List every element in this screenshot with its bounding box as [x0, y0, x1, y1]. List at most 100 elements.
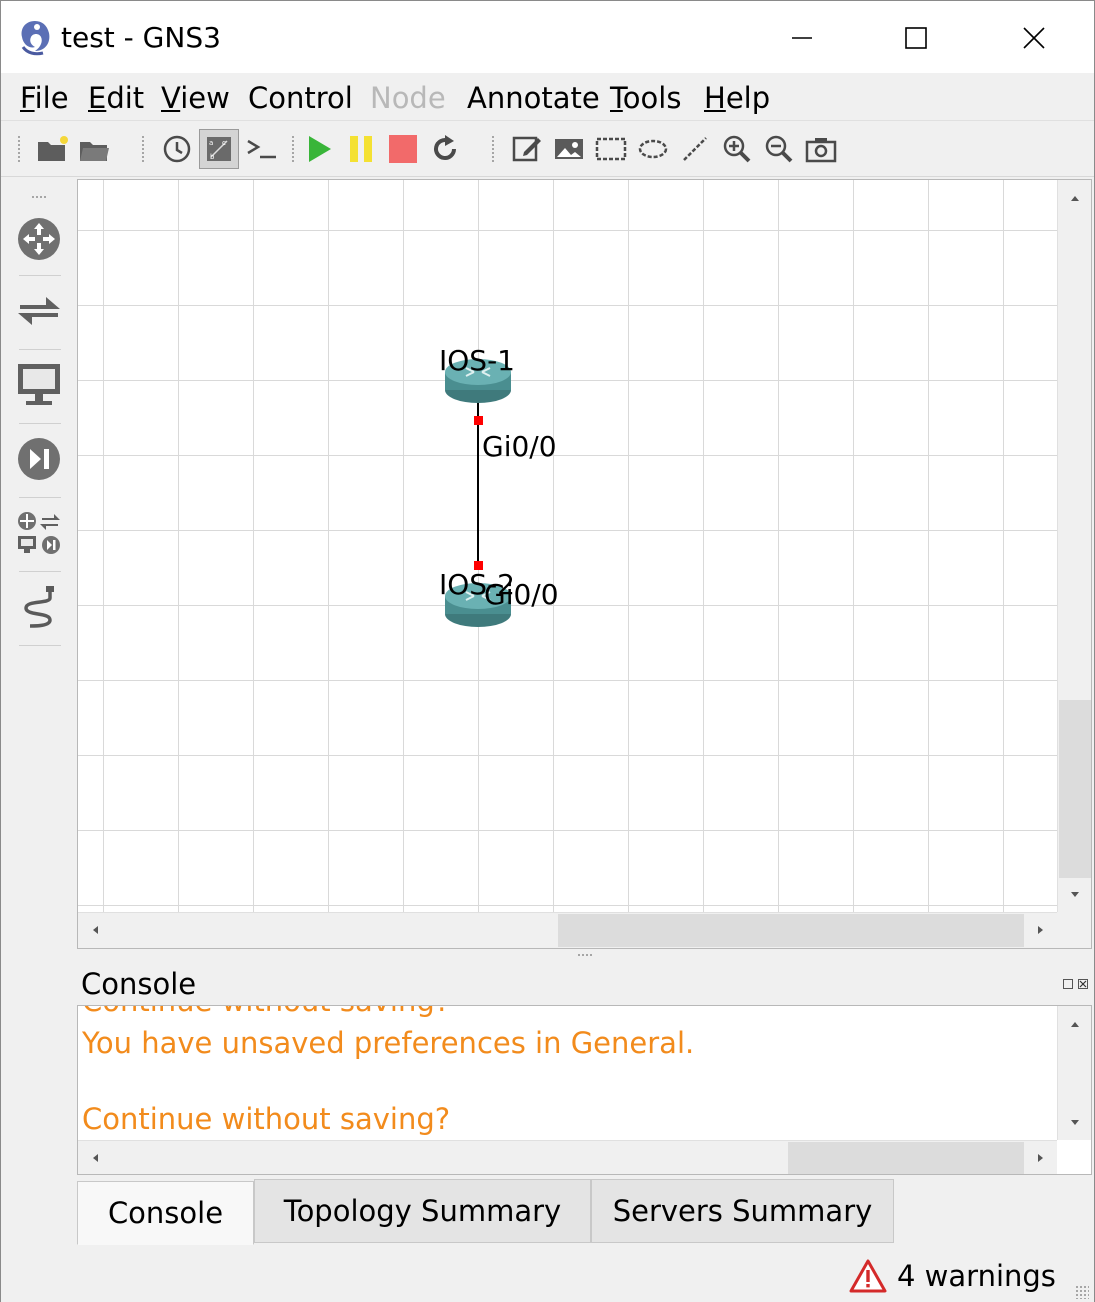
draw-line-button[interactable] — [675, 129, 715, 169]
menu-annotate[interactable]: Annotate — [467, 81, 600, 115]
close-button[interactable] — [1009, 13, 1059, 63]
scroll-up-arrow-icon[interactable] — [1058, 180, 1092, 214]
reload-all-button[interactable] — [425, 129, 465, 169]
dock-separator — [19, 645, 61, 646]
node-label-ios-1: IOS-1 — [439, 344, 515, 377]
scroll-up-arrow-icon[interactable] — [1058, 1006, 1092, 1040]
screenshot-button[interactable] — [801, 129, 841, 169]
svg-text:b: b — [210, 153, 215, 161]
toolbar-grip-4[interactable] — [491, 135, 495, 163]
scroll-left-arrow-icon[interactable] — [78, 1141, 112, 1175]
scroll-thumb[interactable] — [788, 1142, 1024, 1174]
scroll-thumb[interactable] — [1059, 700, 1091, 878]
zoom-out-button[interactable] — [759, 129, 799, 169]
browse-end-devices-button[interactable] — [15, 361, 63, 409]
console-horizontal-scrollbar[interactable] — [78, 1140, 1057, 1174]
browse-security-devices-button[interactable] — [15, 435, 63, 483]
warning-icon[interactable] — [849, 1259, 887, 1293]
stop-all-button[interactable] — [383, 129, 423, 169]
toolbar: a cb — [1, 121, 1094, 177]
tab-servers-summary[interactable]: Servers Summary — [591, 1179, 894, 1243]
browse-routers-button[interactable] — [15, 215, 63, 263]
toolbar-grip-3[interactable] — [291, 135, 295, 163]
canvas-horizontal-scrollbar[interactable] — [78, 912, 1057, 948]
link-layer — [474, 402, 483, 570]
open-project-button[interactable] — [75, 129, 115, 169]
add-note-button[interactable] — [507, 129, 547, 169]
scroll-left-arrow-icon[interactable] — [78, 913, 112, 947]
dock-separator — [19, 275, 61, 276]
maximize-button[interactable] — [891, 13, 941, 63]
draw-rectangle-icon — [595, 137, 627, 161]
minimize-button[interactable] — [777, 13, 827, 63]
scroll-down-arrow-icon[interactable] — [1058, 1106, 1092, 1140]
topology-canvas[interactable]: IOS-1 Gi0/0 IOS-2 Gi0/0 — [78, 180, 1057, 912]
topology-view: IOS-1 Gi0/0 IOS-2 Gi0/0 — [77, 179, 1092, 949]
scroll-down-arrow-icon[interactable] — [1058, 878, 1092, 912]
dock-separator — [19, 349, 61, 350]
scroll-right-arrow-icon[interactable] — [1023, 913, 1057, 947]
insert-picture-button[interactable] — [549, 129, 589, 169]
dock-float-icon[interactable] — [1063, 979, 1073, 989]
dock-grip[interactable] — [31, 195, 47, 199]
warnings-count[interactable]: 4 warnings — [897, 1259, 1056, 1293]
svg-text:a: a — [209, 139, 213, 147]
switches-icon — [18, 297, 60, 325]
menu-control[interactable]: Control — [248, 81, 353, 115]
console-vertical-scrollbar[interactable] — [1057, 1006, 1091, 1140]
scroll-right-arrow-icon[interactable] — [1023, 1141, 1057, 1175]
menu-help[interactable]: Help — [704, 81, 770, 115]
minimize-icon — [792, 37, 812, 39]
scroll-thumb[interactable] — [558, 914, 1024, 947]
console-output[interactable]: Continue without saving? You have unsave… — [77, 1005, 1092, 1175]
screenshot-icon — [805, 138, 837, 163]
reload-all-icon — [434, 135, 456, 160]
window-title: test - GNS3 — [61, 21, 221, 54]
end-devices-icon — [18, 364, 60, 405]
menu-tools[interactable]: Tools — [610, 81, 681, 115]
tab-topology-summary[interactable]: Topology Summary — [254, 1179, 591, 1243]
draw-rectangle-button[interactable] — [591, 129, 631, 169]
console-all-button[interactable] — [241, 129, 281, 169]
interface-label-a: Gi0/0 — [482, 430, 557, 463]
dock-separator — [19, 497, 61, 498]
menu-file[interactable]: File — [20, 81, 69, 115]
browse-switches-button[interactable] — [15, 287, 63, 335]
start-all-icon — [309, 136, 331, 162]
console-all-icon — [247, 139, 276, 159]
suspend-all-button[interactable] — [341, 129, 381, 169]
tab-console[interactable]: Console — [77, 1181, 254, 1245]
snapshot-clock-icon — [163, 135, 191, 163]
new-project-button[interactable] — [33, 129, 73, 169]
resize-grip[interactable] — [1075, 1285, 1089, 1299]
open-project-icon — [80, 142, 109, 161]
device-dock — [1, 179, 76, 1245]
draw-ellipse-button[interactable] — [633, 129, 673, 169]
canvas-vertical-scrollbar[interactable] — [1057, 180, 1091, 912]
browse-all-devices-button[interactable] — [15, 509, 63, 557]
zoom-in-button[interactable] — [717, 129, 757, 169]
gns3-window: test - GNS3 File Edit View Control Node … — [0, 0, 1095, 1302]
title-bar: test - GNS3 — [1, 1, 1094, 73]
maximize-icon — [905, 27, 927, 49]
dock-close-icon[interactable] — [1078, 979, 1088, 989]
console-dock-title: Console — [81, 967, 197, 1001]
menu-edit[interactable]: Edit — [88, 81, 144, 115]
dock-splitter[interactable] — [577, 953, 593, 957]
toolbar-grip-2[interactable] — [141, 135, 145, 163]
add-link-icon — [24, 586, 54, 628]
add-link-button[interactable] — [15, 583, 63, 631]
zoom-out-icon — [765, 135, 793, 163]
show-interface-labels-button[interactable]: a cb — [199, 129, 239, 169]
draw-line-icon — [683, 137, 707, 161]
start-all-button[interactable] — [299, 129, 339, 169]
new-project-icon — [38, 136, 68, 161]
console-line: Continue without saving? — [82, 1006, 450, 1018]
dock-separator — [19, 571, 61, 572]
show-interface-labels-icon: a cb — [207, 137, 231, 161]
snapshot-button[interactable] — [157, 129, 197, 169]
toolbar-grip[interactable] — [17, 135, 21, 163]
console-dock: Console Continue without saving? You hav… — [77, 951, 1092, 1181]
all-devices-icon — [18, 512, 60, 554]
menu-view[interactable]: View — [161, 81, 230, 115]
